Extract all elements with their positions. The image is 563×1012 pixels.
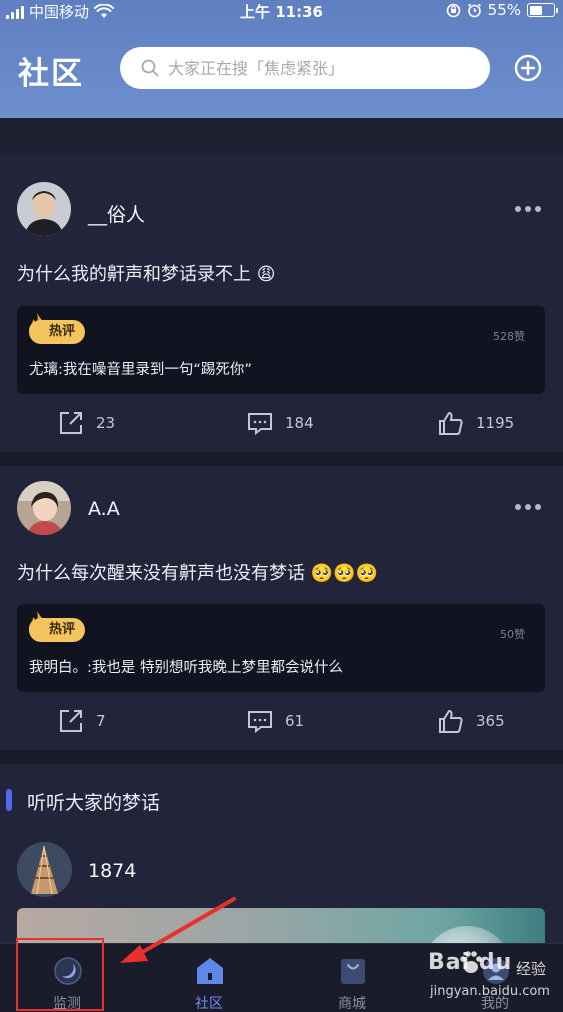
tab-label: 商城 [338,996,366,1012]
post-actions: 7 61 365 [0,708,563,738]
page-title: 社区 [18,56,84,92]
comment-count: 184 [285,414,314,432]
comment-count: 61 [285,712,305,730]
annotation-arrow [120,897,236,963]
hot-badge: 热评 [29,618,86,642]
post-actions: 23 184 1195 [0,410,563,440]
watermark-brand: Bai du [428,950,513,975]
like-button[interactable]: 1195 [438,410,514,436]
avatar[interactable] [17,481,71,535]
hot-comment-box[interactable]: 热评 50赞 我明白。:我也是 特别想听我晚上梦里都会说什么 [17,604,545,692]
thumbs-up-icon [439,709,463,733]
battery-percent: 55% [487,1,521,19]
section-accent-bar [6,789,12,811]
username[interactable]: A.A [88,498,120,520]
search-icon [141,59,159,77]
hot-comment-text: 我明白。:我也是 特别想听我晚上梦里都会说什么 [29,660,343,676]
hot-comment-likes: 50赞 [500,628,525,641]
feed-spacer [0,118,563,154]
orientation-lock-icon [446,3,460,17]
avatar[interactable] [17,842,72,897]
tab-store[interactable]: 商城 [302,944,402,1012]
post-text-body: 为什么每次醒来没有鼾声也没有梦话 [17,563,305,584]
tab-label: 社区 [195,996,223,1012]
share-count: 23 [96,414,116,432]
more-options-icon[interactable] [515,504,541,510]
username[interactable]: 1874 [88,860,136,882]
watermark-url: jingyan.baidu.com [430,984,550,999]
share-count: 7 [96,712,106,730]
avatar[interactable] [17,182,71,236]
search-input[interactable] [168,58,468,78]
alarm-icon [467,3,481,17]
username[interactable]: __俗人 [88,200,145,227]
post-card[interactable]: __俗人 为什么我的鼾声和梦话录不上 😩 热评 528赞 尤璃:我在噪音里录到一… [0,154,563,452]
like-button[interactable]: 365 [438,708,505,734]
status-bar: 中国移动 上午 11:36 55% [0,0,563,22]
thumbs-up-icon [439,411,463,435]
watermark-sub: 经验 [516,960,547,978]
share-icon [60,710,82,732]
comment-icon [248,711,272,734]
comment-icon [248,413,272,436]
post-text[interactable]: 为什么我的鼾声和梦话录不上 😩 [17,260,276,286]
annotation-highlight-box [16,938,104,1011]
like-count: 365 [476,712,505,730]
post-text-body: 为什么我的鼾声和梦话录不上 [17,264,251,285]
pleading-face-emoji: 🥺🥺🥺 [310,563,378,584]
share-button[interactable]: 23 [58,410,115,436]
hot-comment-box[interactable]: 热评 528赞 尤璃:我在噪音里录到一句“踢死你” [17,306,545,394]
hot-badge: 热评 [29,320,86,344]
status-right: 55% [446,1,558,19]
section-title: 听听大家的梦话 [27,792,161,814]
hot-comment-text: 尤璃:我在噪音里录到一句“踢死你” [29,362,252,378]
post-card[interactable]: A.A 为什么每次醒来没有鼾声也没有梦话 🥺🥺🥺 热评 50赞 我明白。:我也是… [0,466,563,750]
like-count: 1195 [476,414,515,432]
more-options-icon[interactable] [515,206,541,212]
shopping-bag-icon [341,959,365,984]
share-icon [60,412,82,434]
post-text[interactable]: 为什么每次醒来没有鼾声也没有梦话 🥺🥺🥺 [17,559,378,585]
add-post-icon[interactable] [514,54,542,82]
header: 中国移动 上午 11:36 55% 社区 [0,0,563,118]
search-box[interactable] [120,47,490,89]
comment-button[interactable]: 184 [247,410,314,436]
share-button[interactable]: 7 [58,708,106,734]
post-divider [0,750,563,764]
post-divider [0,452,563,466]
tired-face-emoji: 😩 [256,264,276,285]
battery-icon [527,3,558,17]
baidu-watermark: Bai du 经验 jingyan.baidu.com [428,948,563,1010]
battery-fill [529,5,543,15]
comment-button[interactable]: 61 [247,708,304,734]
hot-comment-likes: 528赞 [493,330,525,343]
